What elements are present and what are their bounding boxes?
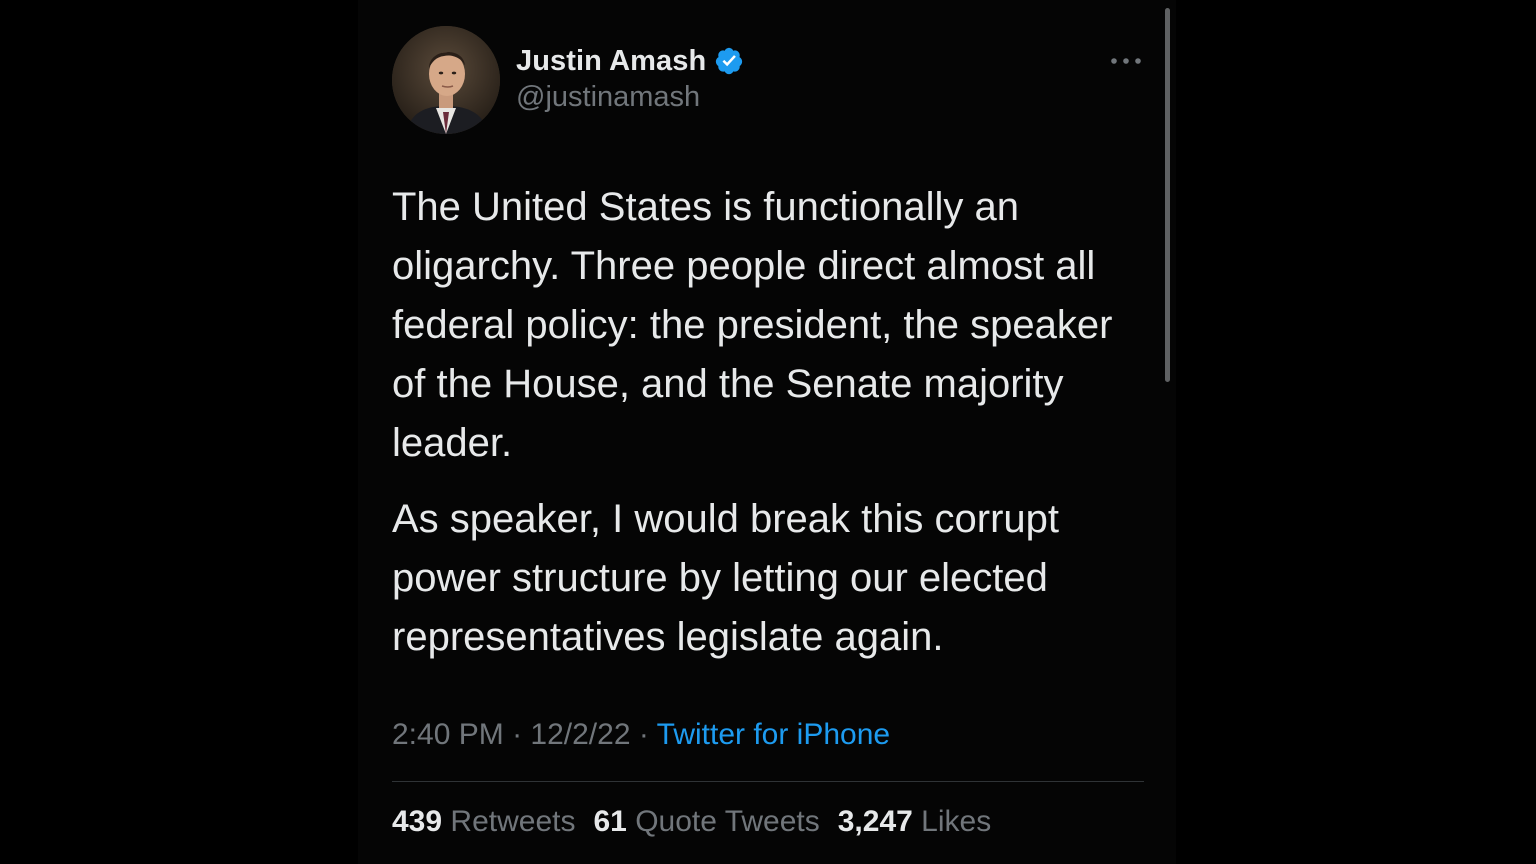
- tweet-text: The United States is functionally an oli…: [392, 178, 1152, 684]
- tweet-paragraph: The United States is functionally an oli…: [392, 185, 1113, 465]
- tweet-paragraph: As speaker, I would break this corrupt p…: [392, 497, 1059, 659]
- profile-photo-icon: [392, 26, 500, 134]
- tweet-stats: 439 Retweets 61 Quote Tweets 3,247 Likes: [392, 805, 1009, 839]
- avatar[interactable]: [392, 26, 500, 134]
- retweets-label: Retweets: [450, 805, 576, 838]
- retweets-stat[interactable]: 439 Retweets: [392, 805, 575, 839]
- divider: [392, 781, 1144, 782]
- author-row[interactable]: Justin Amash: [516, 42, 744, 80]
- tweet-time[interactable]: 2:40 PM: [392, 718, 504, 751]
- quote-tweets-count: 61: [593, 805, 627, 838]
- display-name[interactable]: Justin Amash: [516, 45, 706, 78]
- tweet-source-link[interactable]: Twitter for iPhone: [657, 718, 890, 751]
- more-options-icon: [1111, 58, 1141, 64]
- scrollbar[interactable]: [1165, 8, 1170, 382]
- tweet-metadata: 2:40 PM · 12/2/22 · Twitter for iPhone: [392, 718, 890, 752]
- author-handle[interactable]: @justinamash: [516, 81, 700, 114]
- more-options-button[interactable]: [1104, 46, 1148, 76]
- verified-badge-icon: [716, 47, 743, 75]
- tweet-date[interactable]: 12/2/22: [530, 718, 630, 751]
- retweets-count: 439: [392, 805, 443, 838]
- likes-count: 3,247: [837, 805, 913, 838]
- likes-stat[interactable]: 3,247 Likes: [838, 805, 991, 839]
- meta-separator: ·: [638, 718, 649, 751]
- meta-separator: ·: [512, 718, 523, 751]
- quote-tweets-label: Quote Tweets: [635, 805, 820, 838]
- quote-tweets-stat[interactable]: 61 Quote Tweets: [593, 805, 819, 839]
- likes-label: Likes: [921, 805, 992, 838]
